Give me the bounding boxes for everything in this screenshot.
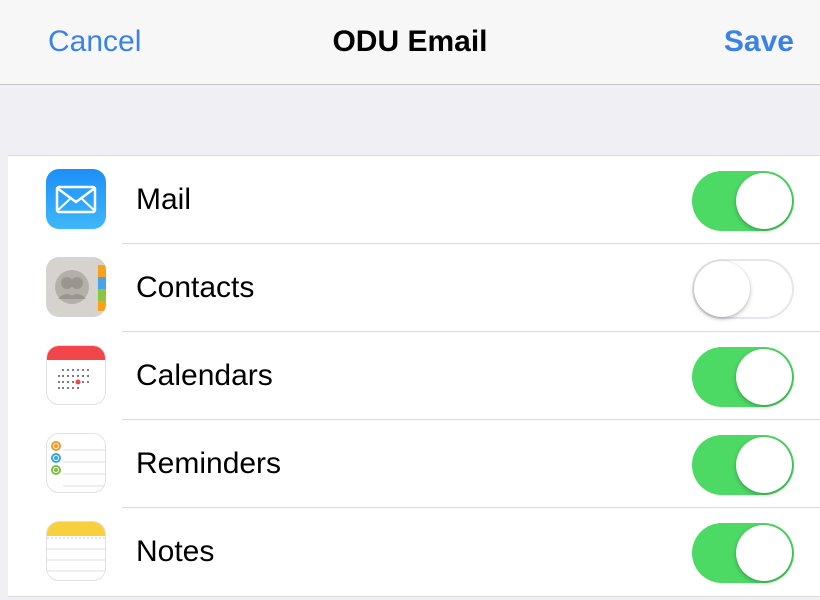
list-item-mail: Mail	[8, 156, 820, 244]
list-item-reminders: Reminders	[8, 420, 820, 508]
calendar-icon	[46, 345, 106, 405]
calendars-toggle[interactable]	[692, 347, 794, 407]
item-label: Calendars	[136, 359, 273, 392]
notes-toggle[interactable]	[692, 523, 794, 583]
list-item-contacts: Contacts	[8, 244, 820, 332]
toggle-knob	[736, 437, 792, 493]
toggle-knob	[694, 261, 750, 317]
toggle-knob	[736, 173, 792, 229]
item-label: Reminders	[136, 447, 282, 480]
save-button[interactable]: Save	[724, 24, 794, 60]
notes-icon	[46, 521, 106, 581]
item-label: Mail	[136, 183, 192, 216]
sync-settings-list: Mail Contacts Calendars Reminders Notes	[8, 155, 820, 597]
contacts-toggle[interactable]	[692, 259, 794, 319]
list-item-calendars: Calendars	[8, 332, 820, 420]
item-label: Notes	[136, 535, 215, 568]
toggle-knob	[736, 349, 792, 405]
reminders-toggle[interactable]	[692, 435, 794, 495]
contacts-icon	[46, 257, 106, 317]
cancel-button[interactable]: Cancel	[48, 24, 141, 60]
toggle-knob	[736, 525, 792, 581]
list-item-notes: Notes	[8, 508, 820, 596]
mail-icon	[46, 169, 106, 229]
mail-toggle[interactable]	[692, 171, 794, 231]
navigation-bar: Cancel ODU Email Save	[0, 0, 820, 85]
item-label: Contacts	[136, 271, 255, 304]
section-spacer	[0, 85, 820, 155]
reminders-icon	[46, 433, 106, 493]
